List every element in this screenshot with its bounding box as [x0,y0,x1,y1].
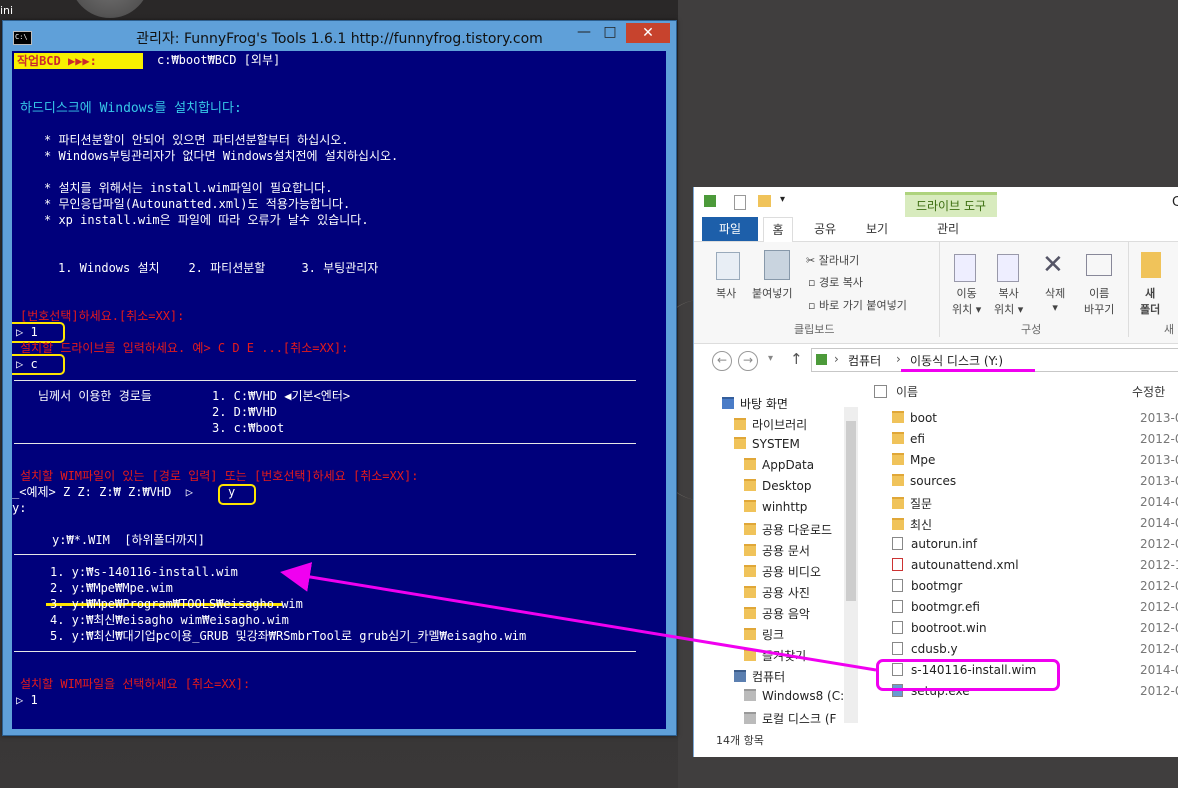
magenta-arrow [280,562,877,672]
annotation-arrow [280,562,877,672]
